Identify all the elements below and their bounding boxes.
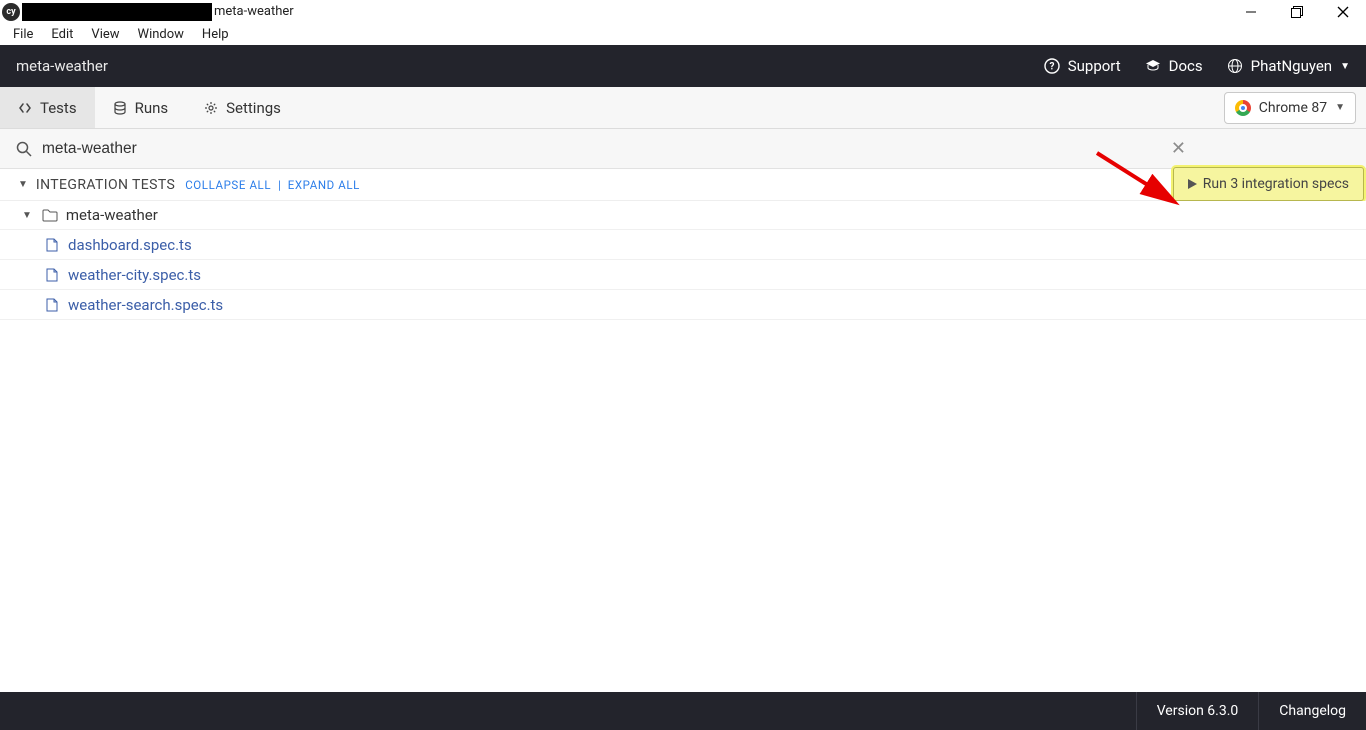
run-specs-button[interactable]: Run 3 integration specs [1173, 167, 1364, 201]
spec-tree: ▼ meta-weather dashboard.spec.ts weather… [0, 201, 1366, 692]
window-title: meta-weather [214, 4, 294, 19]
project-name: meta-weather [16, 57, 108, 75]
menu-window[interactable]: Window [129, 25, 193, 44]
chrome-icon [1235, 100, 1251, 116]
caret-down-icon: ▼ [1340, 61, 1350, 72]
menu-help[interactable]: Help [193, 25, 238, 44]
file-icon [46, 298, 58, 312]
collapse-all-link[interactable]: COLLAPSE ALL [185, 178, 271, 192]
spec-file-name: weather-city.spec.ts [68, 266, 201, 284]
collapse-arrow-icon[interactable]: ▼ [18, 179, 28, 190]
section-title: INTEGRATION TESTS [36, 177, 175, 193]
tab-tests[interactable]: Tests [0, 87, 95, 128]
window-controls [1228, 0, 1366, 23]
spec-file-row[interactable]: weather-city.spec.ts [0, 260, 1366, 290]
globe-icon [1227, 58, 1243, 74]
graduation-cap-icon [1145, 58, 1161, 74]
folder-row[interactable]: ▼ meta-weather [0, 201, 1366, 230]
redacted-path [22, 3, 212, 21]
menu-bar: File Edit View Window Help [0, 23, 1366, 45]
folder-name: meta-weather [66, 206, 158, 224]
close-button[interactable] [1320, 0, 1366, 23]
play-icon [1188, 179, 1197, 189]
folder-icon [42, 208, 58, 222]
spec-file-name: dashboard.spec.ts [68, 236, 192, 254]
tab-runs[interactable]: Runs [95, 87, 187, 128]
run-specs-label: Run 3 integration specs [1203, 176, 1349, 192]
clear-search-icon[interactable]: ✕ [1171, 138, 1186, 159]
user-menu[interactable]: PhatNguyen ▼ [1227, 57, 1350, 75]
search-input[interactable] [42, 140, 1350, 158]
database-icon [113, 101, 127, 115]
file-icon [46, 268, 58, 282]
spec-file-name: weather-search.spec.ts [68, 296, 223, 314]
changelog-button[interactable]: Changelog [1258, 692, 1366, 730]
version-button[interactable]: Version 6.3.0 [1136, 692, 1259, 730]
spec-file-row[interactable]: dashboard.spec.ts [0, 230, 1366, 260]
code-icon [18, 101, 32, 115]
menu-edit[interactable]: Edit [42, 25, 82, 44]
footer-bar: Version 6.3.0 Changelog [0, 692, 1366, 730]
docs-label: Docs [1169, 57, 1203, 75]
window-titlebar: cy meta-weather [0, 0, 1366, 23]
browser-label: Chrome 87 [1259, 100, 1327, 116]
menu-file[interactable]: File [4, 25, 42, 44]
support-link[interactable]: ? Support [1044, 57, 1121, 75]
search-row: ✕ [0, 129, 1366, 169]
tab-runs-label: Runs [135, 99, 169, 117]
folder-arrow-icon: ▼ [22, 210, 32, 221]
svg-text:?: ? [1049, 62, 1054, 73]
search-icon [16, 141, 32, 157]
file-icon [46, 238, 58, 252]
project-topbar: meta-weather ? Support Docs PhatNguyen ▼ [0, 45, 1366, 87]
caret-down-icon: ▼ [1335, 102, 1345, 113]
menu-view[interactable]: View [82, 25, 128, 44]
browser-selector[interactable]: Chrome 87 ▼ [1224, 92, 1356, 124]
support-label: Support [1068, 57, 1121, 75]
tab-tests-label: Tests [40, 99, 77, 117]
expand-all-link[interactable]: EXPAND ALL [288, 178, 360, 192]
minimize-button[interactable] [1228, 0, 1274, 23]
cypress-logo-icon: cy [2, 3, 20, 21]
spec-file-row[interactable]: weather-search.spec.ts [0, 290, 1366, 320]
docs-link[interactable]: Docs [1145, 57, 1203, 75]
tab-settings[interactable]: Settings [186, 87, 299, 128]
gear-icon [204, 101, 218, 115]
integration-tests-section: ▼ INTEGRATION TESTS COLLAPSE ALL | EXPAN… [0, 169, 1366, 201]
tab-settings-label: Settings [226, 99, 281, 117]
question-circle-icon: ? [1044, 58, 1060, 74]
user-name: PhatNguyen [1251, 57, 1332, 75]
nav-row: Tests Runs Settings Chrome 87 ▼ [0, 87, 1366, 129]
maximize-button[interactable] [1274, 0, 1320, 23]
link-separator: | [278, 178, 281, 192]
